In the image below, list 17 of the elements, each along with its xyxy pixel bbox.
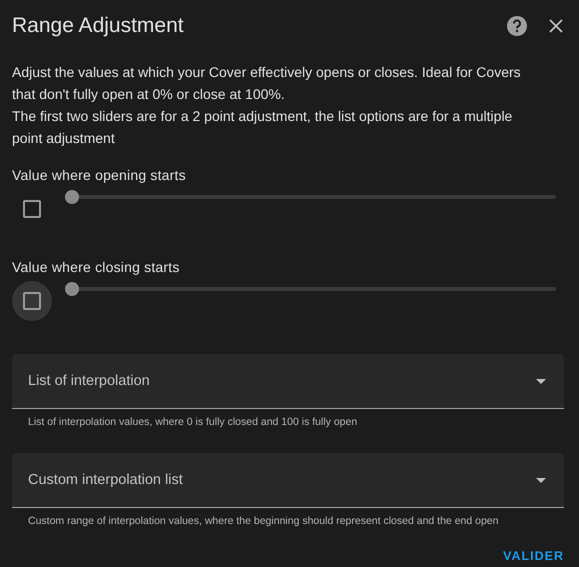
- helper-text: Custom range of interpolation values, where the beginning should represent closed and the end open: [27, 514, 500, 528]
- dropdown-field[interactable]: Custom interpolation list: [12, 453, 564, 508]
- dialog-title: Range Adjustment: [12, 14, 185, 38]
- helper-text: List of interpolation values, where 0 is fully closed and 100 is fully open: [27, 415, 358, 429]
- checkbox[interactable]: [12, 281, 52, 321]
- confirm-button[interactable]: VALIDER: [503, 549, 564, 563]
- description-text: Adjust the values at which your Cover effectively opens or closes. Ideal for Covers that don't fully open at 0% or close at 100%.: [12, 63, 522, 104]
- description-text: The first two sliders are for a 2 point adjustment, the list options are for a multiple point adjustment: [12, 107, 514, 148]
- help-button[interactable]: [507, 16, 527, 36]
- slider-label: Value where opening starts: [12, 166, 187, 184]
- close-button[interactable]: [549, 19, 563, 33]
- dropdown-field[interactable]: List of interpolation: [12, 354, 564, 409]
- dropdown-caret-icon: [536, 478, 546, 482]
- slider-label: Value where closing starts: [12, 258, 181, 276]
- dropdown-caret-icon: [536, 378, 546, 384]
- help-icon: [507, 16, 527, 36]
- close-icon: [549, 19, 563, 33]
